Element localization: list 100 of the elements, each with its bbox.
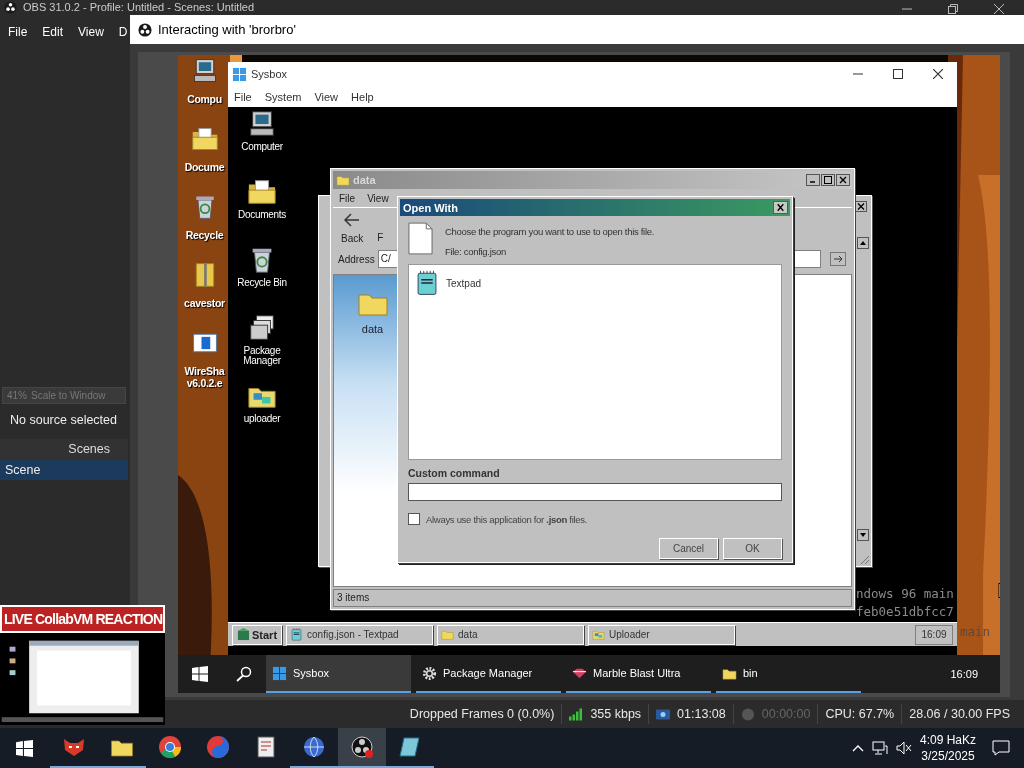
taskbar-button[interactable]: config.json - Textpad (286, 624, 434, 645)
folder-icon (336, 173, 350, 187)
status-text: CPU: 67.7% (825, 707, 895, 721)
back-arrow-icon (344, 212, 361, 227)
close-icon[interactable] (836, 174, 850, 186)
status-text: 355 kbps (590, 707, 642, 721)
start-button[interactable]: Start (232, 624, 283, 645)
maximize-icon[interactable] (821, 174, 835, 186)
scroll-down-icon[interactable] (857, 529, 869, 541)
taskbar-app[interactable] (338, 728, 386, 768)
menu-item[interactable]: Help (351, 90, 374, 103)
icon-label[interactable]: Recycle Bin (237, 278, 287, 288)
checkbox[interactable] (408, 513, 420, 525)
clock[interactable]: 4:09 HaKz 3/25/2025 (919, 732, 976, 764)
file-icon (408, 222, 433, 255)
app-logo-icon (4, 1, 17, 14)
file-name: File: config.json (445, 246, 507, 257)
scroll-up-icon[interactable] (857, 237, 869, 249)
close-icon[interactable] (773, 201, 788, 214)
window-title: OBS 31.0.2 - Profile: Untitled - Scenes: Untitled (23, 0, 255, 14)
folder-icon[interactable] (247, 177, 277, 207)
go-arrow-icon[interactable] (830, 252, 846, 266)
icon-label[interactable]: cavestor (184, 297, 225, 309)
computer-icon[interactable] (247, 109, 277, 139)
minimize-icon[interactable] (806, 174, 820, 186)
windows-icon (15, 739, 33, 757)
stacked-windows-icon[interactable] (247, 313, 277, 343)
toolbar-label[interactable]: F (377, 232, 384, 243)
status-text: Dropped Frames 0 (0.0%) (409, 707, 555, 721)
circle-logo-icon (350, 735, 374, 759)
dialog-button[interactable]: OK (723, 538, 782, 559)
ring-icon (158, 735, 182, 759)
taskbar-button[interactable]: data (437, 624, 585, 645)
taskbar-button[interactable]: bin (716, 655, 861, 693)
console-text: main (960, 624, 991, 639)
close-icon[interactable] (933, 69, 943, 79)
clock: 16:09 (950, 668, 979, 680)
swirl-icon (206, 735, 230, 759)
gear-icon (422, 665, 437, 681)
prompt-text: Choose the program you want to use to open this file. (445, 226, 655, 237)
folder-icon[interactable] (190, 125, 219, 153)
clock: 16:09 (915, 624, 953, 645)
folder-icon (592, 628, 606, 641)
panel-header: Scenes (0, 439, 128, 460)
search-icon (236, 666, 252, 682)
taskbar-button[interactable]: Marble Blast Ultra (566, 655, 711, 693)
menu-item[interactable]: D (118, 25, 128, 39)
resize-grip-icon[interactable] (858, 553, 870, 565)
window-title: data (353, 174, 376, 186)
folder-icon (441, 628, 455, 641)
checkbox-label[interactable]: Always use this application for .json files. (426, 513, 588, 525)
menu-item[interactable]: System (264, 90, 302, 103)
status-text: 28.06 / 30.00 FPS (909, 707, 1010, 721)
notepad-icon (414, 268, 440, 298)
dialog-button[interactable]: Cancel (659, 538, 718, 559)
window-title: Interacting with 'brorbro' (158, 22, 296, 37)
tiles-icon (272, 665, 287, 681)
folder-label[interactable]: data (361, 323, 384, 335)
console-text: feb0e51dbfcc7 (856, 604, 954, 619)
menu-item[interactable]: View (314, 90, 339, 103)
stream-icon (656, 707, 671, 721)
notification-icon[interactable] (992, 740, 1010, 756)
program-item[interactable]: Textpad (413, 267, 777, 299)
document-icon (254, 735, 278, 759)
crystal-icon (398, 735, 422, 759)
app-logo-icon (138, 22, 152, 37)
icon-label[interactable]: Package Manager (232, 346, 292, 366)
maximize-icon[interactable] (893, 69, 903, 79)
menu-item[interactable]: File (339, 192, 356, 204)
icon-label[interactable]: Documents (238, 210, 286, 220)
icon-label[interactable]: Docume (184, 161, 225, 173)
icon-label[interactable]: Recycle (185, 229, 224, 241)
menu-item[interactable]: View (367, 192, 389, 204)
menu-item[interactable]: Edit (42, 25, 64, 39)
menu-item[interactable]: View (78, 25, 104, 39)
taskbar-button[interactable]: Package Manager (416, 655, 561, 693)
scene-item[interactable]: Scene (0, 460, 128, 480)
restore-icon[interactable] (948, 4, 958, 14)
close-icon[interactable] (994, 4, 1004, 14)
taskbar-button[interactable]: Uploader (588, 624, 736, 645)
icon-label[interactable]: uploader (243, 414, 281, 424)
window-title: Sysbox (251, 68, 288, 80)
globe-icon (302, 735, 326, 759)
status-text: 01:13:08 (677, 707, 726, 721)
menu-item[interactable]: File (234, 90, 252, 103)
icon-label[interactable]: WireSha v6.0.2.e (181, 365, 228, 389)
chevron-up-icon[interactable] (851, 744, 864, 752)
back-button[interactable]: Back (341, 212, 364, 244)
console-text: ndows 96 main (856, 586, 954, 601)
status-bar: 3 items (333, 589, 852, 607)
menu-item[interactable]: File (8, 25, 28, 39)
signal-bars-icon (569, 707, 584, 721)
taskbar-button[interactable]: Sysbox (266, 655, 411, 693)
status-text: No source selected (9, 412, 118, 429)
command-field[interactable] (408, 483, 782, 501)
icon-label[interactable]: Compu (187, 93, 222, 105)
icon-label[interactable]: Computer (241, 142, 283, 152)
dialog-title: Open With (403, 201, 458, 214)
network-icon[interactable] (871, 741, 888, 755)
speaker-muted-icon[interactable] (895, 741, 912, 755)
